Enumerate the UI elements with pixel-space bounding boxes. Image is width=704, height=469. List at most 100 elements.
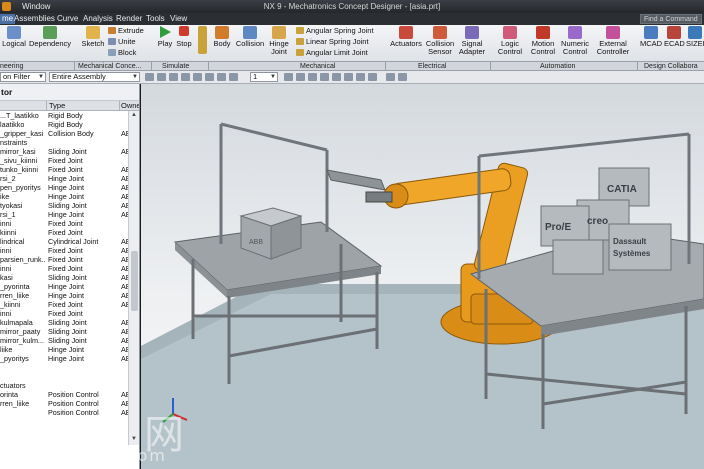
show-icon[interactable] bbox=[398, 73, 407, 81]
scroll-up-icon[interactable]: ▲ bbox=[131, 112, 137, 118]
table-row[interactable] bbox=[0, 363, 128, 372]
menu-view[interactable]: View bbox=[168, 14, 189, 24]
pan-icon[interactable] bbox=[356, 73, 365, 81]
table-row[interactable]: kiinni Fixed Joint bbox=[0, 228, 128, 237]
table-row[interactable]: mirror_kulm... Sliding Joint AE bbox=[0, 336, 131, 345]
play-button[interactable]: Play bbox=[155, 26, 175, 48]
row-name: inni bbox=[0, 264, 12, 273]
table-row[interactable]: _kiinni Fixed Joint AE bbox=[0, 300, 131, 309]
table-row[interactable]: liike Hinge Joint AE bbox=[0, 345, 131, 354]
menu-curve[interactable]: Curve bbox=[55, 14, 80, 24]
logical-button[interactable]: Logical bbox=[2, 26, 26, 48]
table-row[interactable]: parsien_runk... Fixed Joint AE bbox=[0, 255, 131, 264]
table-row[interactable]: laatikko Rigid Body bbox=[0, 120, 128, 129]
menu-analysis[interactable]: Analysis bbox=[81, 14, 115, 24]
rotate-icon[interactable] bbox=[344, 73, 353, 81]
layer-icon[interactable] bbox=[368, 73, 377, 81]
snap-mid-icon[interactable] bbox=[217, 73, 226, 81]
table-row[interactable]: ike Hinge Joint AE bbox=[0, 192, 131, 201]
block-button[interactable]: Block bbox=[108, 48, 136, 58]
dependency-button[interactable]: Dependency bbox=[28, 26, 72, 48]
table-row[interactable]: pen_pyoritys Hinge Joint AE bbox=[0, 183, 131, 192]
table-row[interactable]: inni Fixed Joint AE bbox=[0, 246, 131, 255]
table-row[interactable]: _sivu_kiinni Fixed Joint bbox=[0, 156, 128, 165]
graphics-viewport[interactable]: ABB CATIA creo Pro/E Dassault Systèmes bbox=[141, 84, 704, 469]
sketch-button[interactable]: Sketch bbox=[80, 26, 106, 48]
snap-center-icon[interactable] bbox=[229, 73, 238, 81]
hide-icon[interactable] bbox=[386, 73, 395, 81]
table-row[interactable]: nstraints bbox=[0, 138, 128, 147]
watermark-url: www.3dmox.com bbox=[4, 446, 167, 465]
angular-limit-joint-button[interactable]: Angular Limit Joint bbox=[296, 48, 368, 58]
column-type[interactable]: Type bbox=[49, 101, 65, 111]
table-row[interactable]: kasi Sliding Joint AE bbox=[0, 273, 131, 282]
signal-adapter-button[interactable]: Signal Adapter bbox=[457, 26, 487, 56]
assembly-scope-select[interactable]: Entire Assembly ▼ bbox=[49, 72, 140, 82]
ribbon: Logical Dependency Sketch Extrude Unite … bbox=[0, 25, 704, 62]
simulate-options-button[interactable] bbox=[196, 26, 208, 55]
table-row[interactable]: lindrical Cylindrical Joint AE bbox=[0, 237, 131, 246]
table-row[interactable]: inni Fixed Joint bbox=[0, 309, 128, 318]
body-button[interactable]: Body bbox=[211, 26, 233, 48]
column-owner[interactable]: Owne bbox=[121, 101, 139, 111]
table-row[interactable]: kulmapala Sliding Joint AE bbox=[0, 318, 131, 327]
table-row[interactable]: rsi_2 Hinge Joint AE bbox=[0, 174, 131, 183]
gripper-arm[interactable] bbox=[326, 169, 386, 191]
scene-canvas[interactable]: ABB CATIA creo Pro/E Dassault Systèmes bbox=[141, 84, 704, 469]
snap-end-icon[interactable] bbox=[205, 73, 214, 81]
external-controller-button[interactable]: External Controller bbox=[593, 26, 633, 56]
table-row[interactable] bbox=[0, 372, 128, 381]
table-row[interactable]: mirror_paaty Sliding Joint AE bbox=[0, 327, 131, 336]
table-row[interactable]: tyokasi Sliding Joint AE bbox=[0, 201, 131, 210]
table-row[interactable]: rren_liike Hinge Joint AE bbox=[0, 291, 131, 300]
table-row[interactable]: _pyorinta Hinge Joint AE bbox=[0, 282, 131, 291]
fit-icon[interactable] bbox=[332, 73, 341, 81]
extrude-button[interactable]: Extrude bbox=[108, 26, 144, 36]
view-icon[interactable] bbox=[284, 73, 293, 81]
scroll-thumb[interactable] bbox=[131, 251, 138, 311]
table-row[interactable]: mirror_kasi Sliding Joint AE bbox=[0, 147, 131, 156]
table-row[interactable]: rsi_1 Hinge Joint AE bbox=[0, 210, 131, 219]
row-type: Rigid Body bbox=[48, 111, 83, 120]
unite-button[interactable]: Unite bbox=[108, 37, 136, 47]
find-command-input[interactable]: Find a Command bbox=[640, 14, 702, 24]
hinge-icon bbox=[272, 26, 286, 39]
snap-point-icon[interactable] bbox=[181, 73, 190, 81]
column-divider[interactable] bbox=[119, 101, 120, 111]
table-row[interactable]: _gripper_kasi Collision Body AE bbox=[0, 129, 131, 138]
actuators-button[interactable]: Actuators bbox=[389, 26, 423, 48]
menu-assemblies[interactable]: Assemblies bbox=[12, 14, 57, 24]
mcad-button[interactable]: MCAD bbox=[640, 26, 662, 48]
sizer-button[interactable]: SIZER bbox=[686, 26, 704, 48]
motion-control-button[interactable]: Motion Control bbox=[528, 26, 558, 56]
quick-pick-icon[interactable] bbox=[193, 73, 202, 81]
menu-render[interactable]: Render bbox=[114, 14, 144, 24]
table-row[interactable]: tunko_kiinni Fixed Joint AE bbox=[0, 165, 131, 174]
numeric-control-button[interactable]: Numeric Control bbox=[560, 26, 590, 56]
collision-button[interactable]: Collision bbox=[234, 26, 266, 48]
table-row[interactable]: orinta Position Control AE bbox=[0, 390, 131, 399]
linear-spring-joint-button[interactable]: Linear Spring Joint bbox=[296, 37, 369, 47]
collision-sensor-button[interactable]: Collision Sensor bbox=[424, 26, 456, 56]
menu-tools[interactable]: Tools bbox=[144, 14, 167, 24]
render-style-icon[interactable] bbox=[296, 73, 305, 81]
table-row[interactable]: ...T_laatikko Rigid Body bbox=[0, 111, 128, 120]
table-row[interactable]: inni Fixed Joint bbox=[0, 219, 128, 228]
select-icon[interactable] bbox=[145, 73, 154, 81]
ecad-button[interactable]: ECAD bbox=[664, 26, 685, 48]
table-row[interactable]: inni Fixed Joint AE bbox=[0, 264, 131, 273]
stop-button[interactable]: Stop bbox=[175, 26, 193, 48]
filter-icon[interactable] bbox=[157, 73, 166, 81]
zoom-icon[interactable] bbox=[320, 73, 329, 81]
logic-control-button[interactable]: Logic Control bbox=[495, 26, 525, 56]
column-divider[interactable] bbox=[46, 101, 47, 111]
hinge-joint-button[interactable]: Hinge Joint bbox=[267, 26, 291, 56]
snap-icon[interactable] bbox=[169, 73, 178, 81]
page-select[interactable]: 1 ▼ bbox=[250, 72, 278, 82]
orient-icon[interactable] bbox=[308, 73, 317, 81]
angular-spring-joint-button[interactable]: Angular Spring Joint bbox=[296, 26, 374, 36]
table-row[interactable]: _pyoritys Hinge Joint AE bbox=[0, 354, 131, 363]
navigator-scrollbar[interactable]: ▲ ▼ bbox=[128, 111, 139, 445]
table-row[interactable]: ctuators bbox=[0, 381, 128, 390]
type-filter-select[interactable]: on Filter ▼ bbox=[0, 72, 46, 82]
